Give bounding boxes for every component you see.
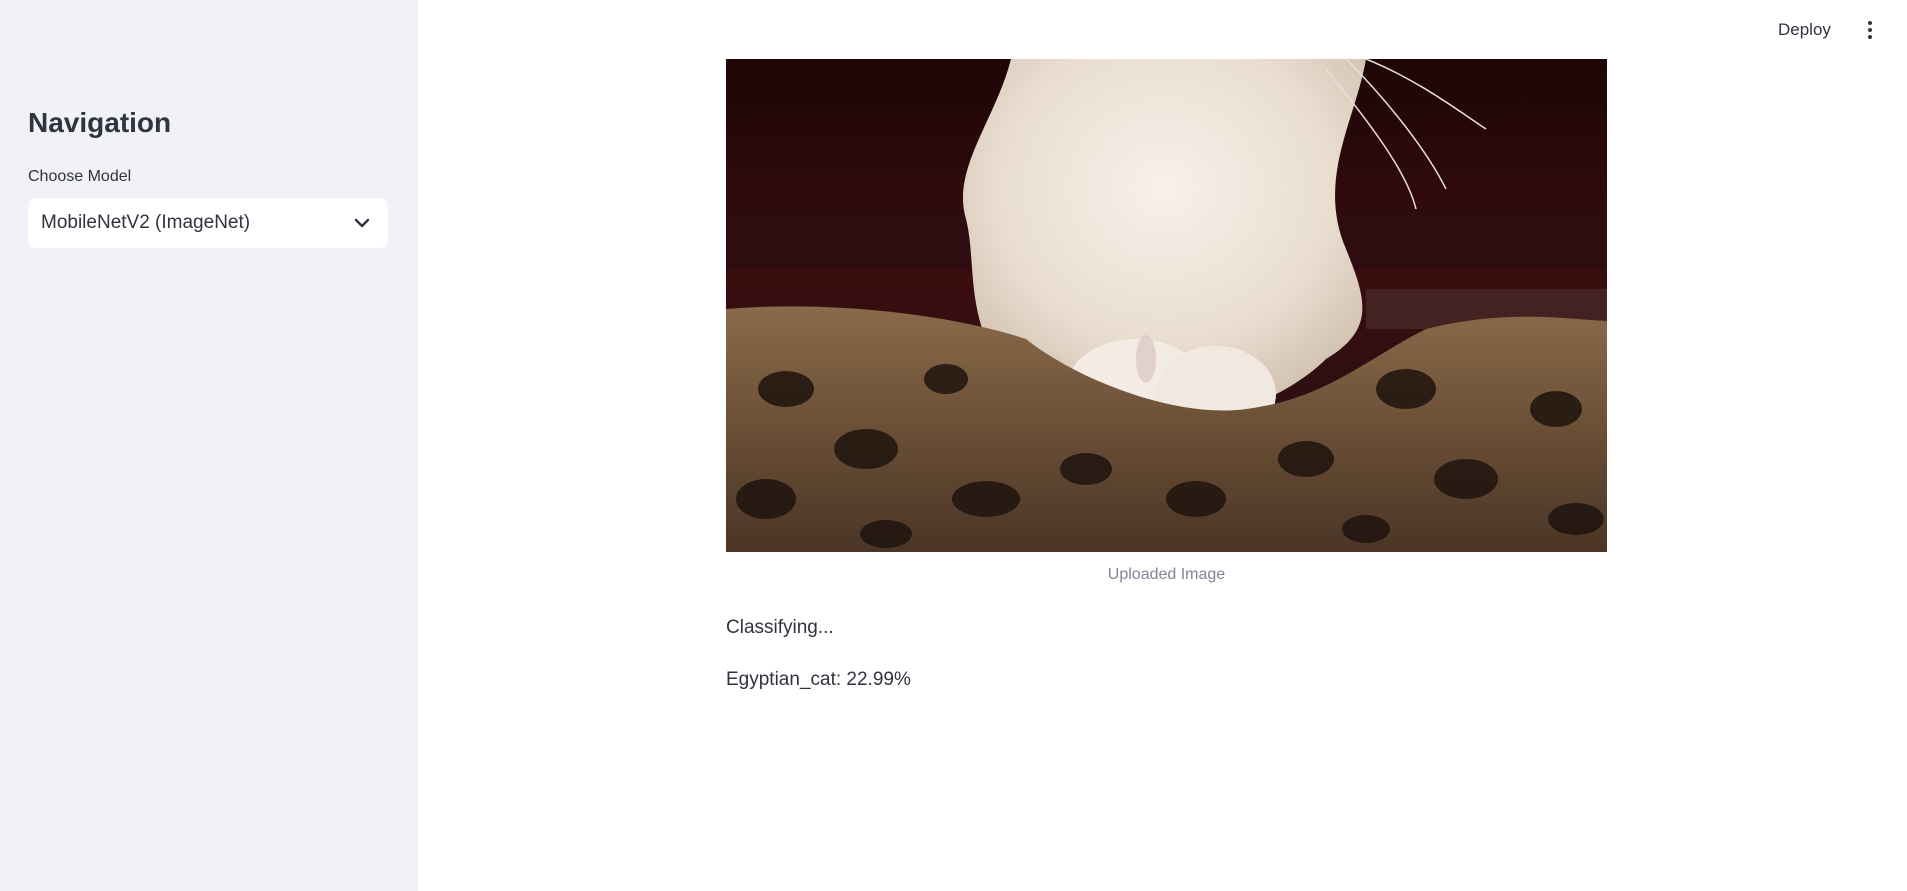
sidebar: Navigation Choose Model MobileNetV2 (Ima… — [0, 0, 418, 891]
image-caption: Uploaded Image — [1107, 566, 1226, 583]
model-select-value: MobileNetV2 (ImageNet) — [41, 212, 251, 233]
app-root: Navigation Choose Model MobileNetV2 (Ima… — [0, 0, 1907, 891]
cat-photo — [726, 59, 1607, 552]
classification-result: Egyptian_cat: 22.99% — [726, 669, 911, 690]
model-select-label: Choose Model — [28, 168, 132, 185]
main-menu-button[interactable] — [1860, 16, 1880, 44]
chevron-down-icon — [354, 218, 370, 228]
uploaded-image — [726, 59, 1607, 552]
classification-status: Classifying... — [726, 617, 834, 638]
sidebar-title: Navigation — [28, 107, 172, 138]
deploy-button[interactable]: Deploy — [1772, 16, 1837, 44]
model-select[interactable]: MobileNetV2 (ImageNet) — [28, 198, 388, 248]
